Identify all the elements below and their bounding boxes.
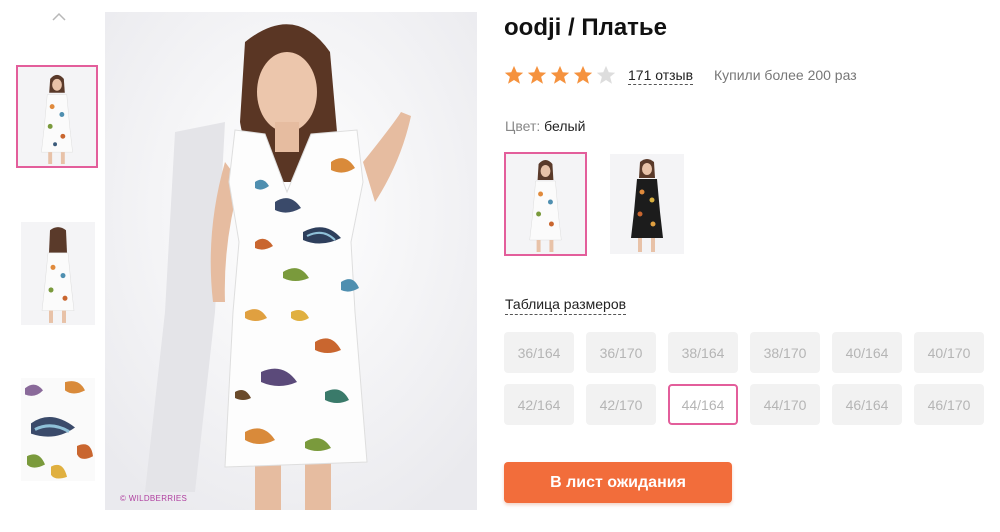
main-product-photo[interactable]	[105, 12, 477, 510]
thumbnail-fabric-closeup[interactable]	[21, 378, 95, 481]
star-filled-icon	[573, 65, 593, 84]
color-swatch-black[interactable]	[610, 154, 684, 254]
size-table-link[interactable]: Таблица размеров	[505, 296, 627, 315]
color-value: белый	[544, 118, 586, 134]
size-option[interactable]: 42/170	[586, 384, 656, 425]
thumbnail-front-view[interactable]	[16, 65, 98, 168]
size-options: 36/164 36/170 38/164 38/170 40/164 40/17…	[504, 332, 984, 425]
purchase-count: Купили более 200 раз	[714, 67, 857, 83]
thumbnail-back-view[interactable]	[21, 222, 95, 325]
size-option[interactable]: 38/164	[668, 332, 738, 373]
size-option[interactable]: 46/164	[832, 384, 902, 425]
size-option[interactable]: 36/170	[586, 332, 656, 373]
size-option-selected[interactable]: 44/164	[668, 384, 738, 425]
rating-stars	[503, 64, 617, 86]
product-title: oodji / Платье	[504, 14, 668, 41]
reviews-link[interactable]: 171 отзыв	[628, 67, 694, 85]
size-option[interactable]: 36/164	[504, 332, 574, 373]
size-option[interactable]: 40/170	[914, 332, 984, 373]
waitlist-button[interactable]: В лист ожидания	[504, 462, 732, 503]
size-option[interactable]: 44/170	[750, 384, 820, 425]
star-filled-icon	[527, 65, 547, 84]
size-option[interactable]: 40/164	[832, 332, 902, 373]
star-filled-icon	[504, 65, 524, 84]
thumbnails-up-chevron-icon[interactable]	[51, 10, 67, 22]
color-info: Цвет: белый	[505, 118, 585, 134]
color-swatch-white[interactable]	[504, 152, 587, 256]
size-option[interactable]: 42/164	[504, 384, 574, 425]
wildberries-watermark: © WILDBERRIES	[120, 494, 188, 503]
star-empty-icon	[596, 65, 616, 84]
star-filled-icon	[550, 65, 570, 84]
color-label: Цвет:	[505, 118, 541, 134]
size-option[interactable]: 46/170	[914, 384, 984, 425]
size-option[interactable]: 38/170	[750, 332, 820, 373]
